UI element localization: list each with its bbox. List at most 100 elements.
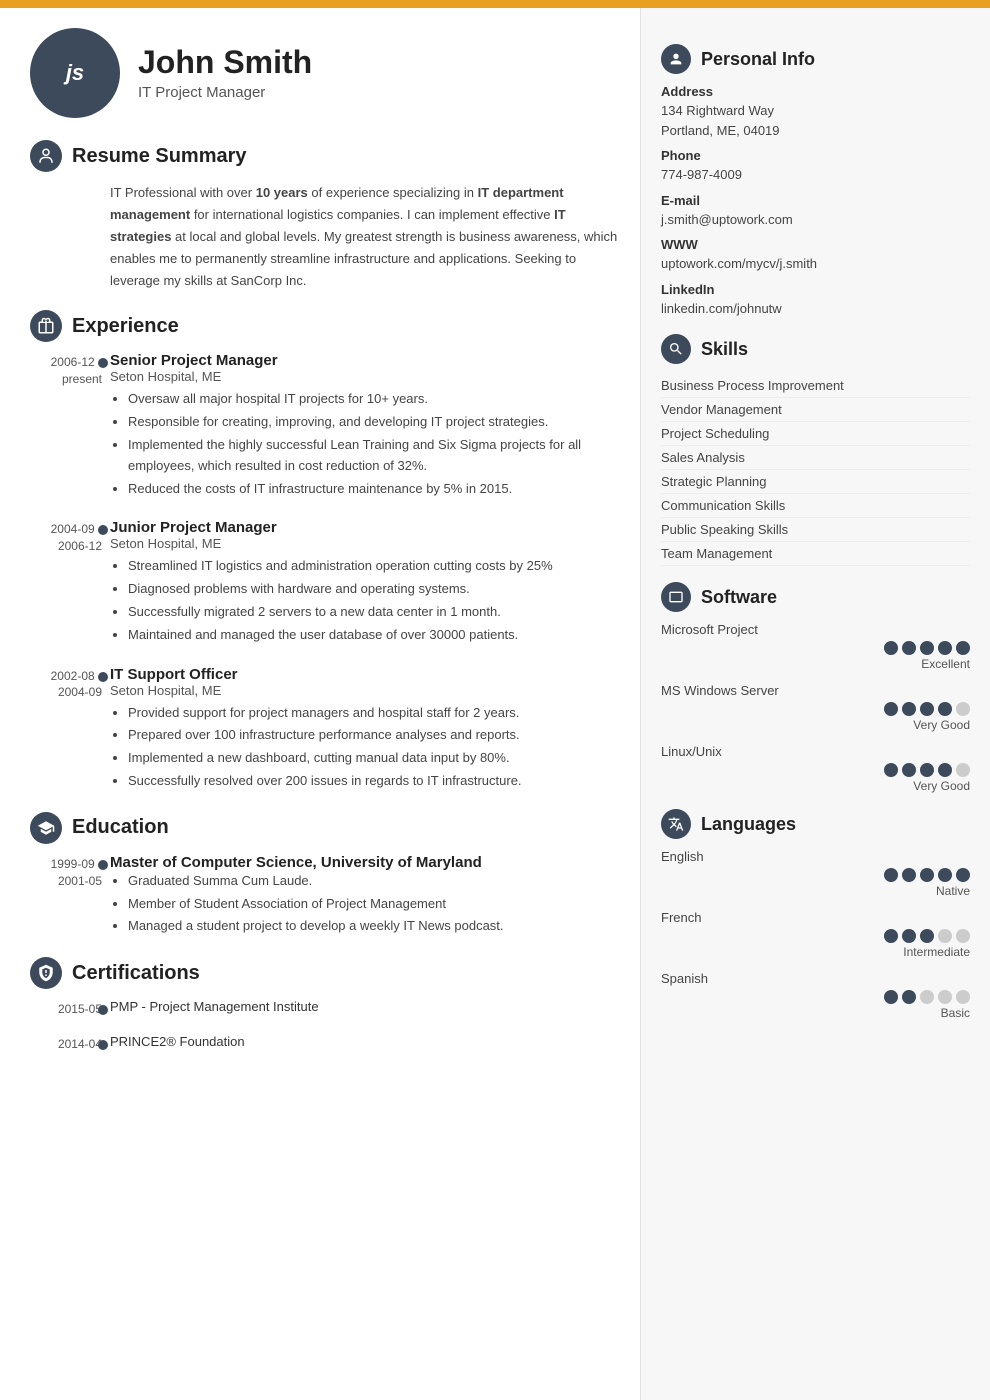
languages-title: Languages: [701, 814, 796, 835]
edu-date-1: 1999-09 - 2001-05: [32, 856, 102, 890]
email-value: j.smith@uptowork.com: [661, 210, 970, 230]
job-title-1: Senior Project Manager: [110, 352, 620, 369]
dot: [920, 929, 934, 943]
edu-dot-1: [98, 860, 108, 870]
edu-bullets-1: Graduated Summa Cum Laude. Member of Stu…: [110, 871, 620, 937]
software-dots-1: [661, 702, 970, 716]
dot: [884, 641, 898, 655]
certifications-icon: [30, 957, 62, 989]
dot: [884, 763, 898, 777]
dot: [956, 990, 970, 1004]
education-title: Education: [72, 816, 169, 839]
software-dots-2: [661, 763, 970, 777]
edu-content-1: Master of Computer Science, University o…: [110, 854, 620, 937]
dot: [920, 702, 934, 716]
job-item-2: 2004-09 - 2006-12 Junior Project Manager…: [110, 519, 620, 645]
lang-dots-2: [661, 990, 970, 1004]
bullet: Responsible for creating, improving, and…: [128, 412, 620, 433]
lang-item-1: French Intermediate: [661, 910, 970, 959]
software-rating-2: Very Good: [661, 779, 970, 793]
bullet: Maintained and managed the user database…: [128, 625, 620, 646]
lang-name-2: Spanish: [661, 971, 970, 986]
education-section-header: Education: [30, 812, 620, 844]
www-value: uptowork.com/mycv/j.smith: [661, 254, 970, 274]
software-rating-1: Very Good: [661, 718, 970, 732]
job-bullets-1: Oversaw all major hospital IT projects f…: [110, 389, 620, 499]
lang-item-2: Spanish Basic: [661, 971, 970, 1020]
dot: [902, 763, 916, 777]
dot: [938, 929, 952, 943]
lang-rating-0: Native: [661, 884, 970, 898]
dot: [956, 702, 970, 716]
header-section: js John Smith IT Project Manager: [30, 28, 620, 118]
skill-item-6: Public Speaking Skills: [661, 518, 970, 542]
skill-item-7: Team Management: [661, 542, 970, 566]
dot: [920, 641, 934, 655]
software-item-1: MS Windows Server Very Good: [661, 683, 970, 732]
linkedin-value: linkedin.com/johnutw: [661, 299, 970, 319]
address-value: 134 Rightward WayPortland, ME, 04019: [661, 101, 970, 140]
job-item-3: 2002-08 - 2004-09 IT Support Officer Set…: [110, 666, 620, 792]
bullet: Successfully migrated 2 servers to a new…: [128, 602, 620, 623]
dot: [956, 641, 970, 655]
bullet: Member of Student Association of Project…: [128, 894, 620, 915]
dot: [938, 868, 952, 882]
job-content-1: Senior Project Manager Seton Hospital, M…: [110, 352, 620, 499]
job-date-3: 2002-08 - 2004-09: [32, 668, 102, 702]
dot: [884, 702, 898, 716]
dot: [902, 702, 916, 716]
software-name-0: Microsoft Project: [661, 622, 970, 637]
skills-list: Business Process Improvement Vendor Mana…: [661, 374, 970, 566]
address-label: Address: [661, 84, 970, 99]
candidate-name: John Smith: [138, 45, 312, 80]
bullet: Streamlined IT logistics and administrat…: [128, 556, 620, 577]
skill-item-3: Sales Analysis: [661, 446, 970, 470]
timeline-dot-2: [98, 525, 108, 535]
avatar-initials: js: [66, 60, 84, 86]
software-name-1: MS Windows Server: [661, 683, 970, 698]
lang-rating-1: Intermediate: [661, 945, 970, 959]
personal-info-content: Address 134 Rightward WayPortland, ME, 0…: [661, 84, 970, 318]
dot: [884, 929, 898, 943]
skill-item-5: Communication Skills: [661, 494, 970, 518]
bullet: Oversaw all major hospital IT projects f…: [128, 389, 620, 410]
cert-content-1: PMP - Project Management Institute: [110, 999, 620, 1014]
dot: [956, 763, 970, 777]
job-date-1: 2006-12 - present: [32, 354, 102, 388]
software-rating-0: Excellent: [661, 657, 970, 671]
software-title: Software: [701, 587, 777, 608]
experience-timeline: 2006-12 - present Senior Project Manager…: [30, 352, 620, 791]
bullet: Prepared over 100 infrastructure perform…: [128, 725, 620, 746]
skills-header: Skills: [661, 334, 970, 364]
dot: [956, 929, 970, 943]
skill-item-0: Business Process Improvement: [661, 374, 970, 398]
software-icon: [661, 582, 691, 612]
job-content-3: IT Support Officer Seton Hospital, ME Pr…: [110, 666, 620, 792]
experience-title: Experience: [72, 315, 179, 338]
dot: [902, 990, 916, 1004]
dot: [956, 868, 970, 882]
personal-info-header: Personal Info: [661, 44, 970, 74]
education-icon: [30, 812, 62, 844]
software-dots-0: [661, 641, 970, 655]
top-bar: [0, 0, 990, 8]
bullet: Diagnosed problems with hardware and ope…: [128, 579, 620, 600]
job-date-2: 2004-09 - 2006-12: [32, 521, 102, 555]
software-list: Microsoft Project Excellent MS Windows S…: [661, 622, 970, 793]
job-company-2: Seton Hospital, ME: [110, 536, 620, 551]
cert-dot-1: [98, 1005, 108, 1015]
certifications-title: Certifications: [72, 962, 200, 985]
lang-dots-1: [661, 929, 970, 943]
experience-icon: [30, 310, 62, 342]
dot: [938, 702, 952, 716]
bullet: Reduced the costs of IT infrastructure m…: [128, 479, 620, 500]
right-column: Personal Info Address 134 Rightward WayP…: [640, 8, 990, 1400]
cert-content-2: PRINCE2® Foundation: [110, 1034, 620, 1049]
dot: [938, 990, 952, 1004]
timeline-dot-1: [98, 358, 108, 368]
job-title: IT Project Manager: [138, 84, 312, 101]
edu-degree-1: Master of Computer Science, University o…: [110, 854, 620, 871]
dot: [920, 763, 934, 777]
certifications-section-header: Certifications: [30, 957, 620, 989]
cert-text-1: PMP - Project Management Institute: [110, 999, 319, 1014]
